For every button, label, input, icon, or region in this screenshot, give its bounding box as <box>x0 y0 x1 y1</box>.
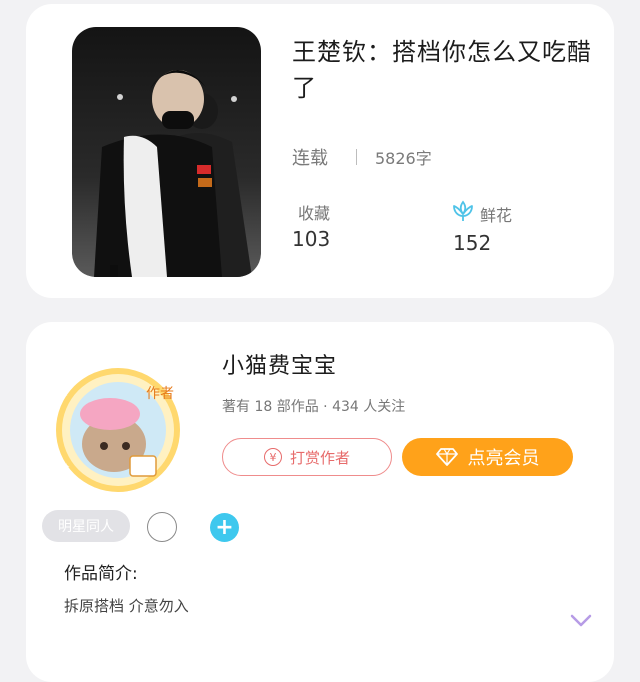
flowers-count: 152 <box>453 231 492 255</box>
favorites-label: 收藏 <box>298 204 331 223</box>
book-info-card: 王楚钦：搭档你怎么又吃醋了 连载 5826字 收藏 103 鲜花 152 <box>26 4 614 298</box>
add-tag-button[interactable]: + <box>210 513 239 542</box>
vip-membership-label: 点亮会员 <box>467 448 540 469</box>
chevron-down-icon[interactable] <box>570 614 592 628</box>
favorites-count: 103 <box>292 227 331 251</box>
author-badge-text: 作者 <box>146 386 174 402</box>
synopsis-text: 拆原搭档 介意勿入 <box>64 597 189 615</box>
svg-text:✦: ✦ <box>62 462 70 473</box>
lotus-flower-icon <box>453 200 473 221</box>
empty-circle-button[interactable] <box>147 512 177 542</box>
flowers-label: 鲜花 <box>480 206 513 225</box>
serial-status: 连载 <box>292 148 328 169</box>
book-title: 王楚钦：搭档你怎么又吃醋了 <box>292 38 592 102</box>
book-cover-image[interactable] <box>72 27 261 277</box>
divider <box>356 149 357 165</box>
category-tag[interactable]: 明星同人 <box>42 510 130 542</box>
reward-author-button[interactable]: ¥ 打赏作者 <box>222 438 392 476</box>
author-info-card: 作者 ✦ ✦ 小猫费宝宝 著有 18 部作品 · 434 人关注 ¥ 打赏作者 … <box>26 322 614 682</box>
vip-membership-button[interactable]: 点亮会员 <box>402 438 573 476</box>
author-meta: 著有 18 部作品 · 434 人关注 <box>222 399 406 415</box>
author-avatar[interactable]: 作者 ✦ ✦ <box>48 360 188 500</box>
book-status-row: 连载 5826字 <box>292 144 432 170</box>
synopsis-title: 作品简介: <box>64 564 138 584</box>
svg-text:✦: ✦ <box>58 389 68 403</box>
author-name[interactable]: 小猫费宝宝 <box>222 348 337 380</box>
diamond-icon <box>435 448 458 466</box>
reward-author-label: 打赏作者 <box>289 448 350 467</box>
yen-coin-icon: ¥ <box>263 448 282 466</box>
word-count: 5826字 <box>375 149 432 168</box>
